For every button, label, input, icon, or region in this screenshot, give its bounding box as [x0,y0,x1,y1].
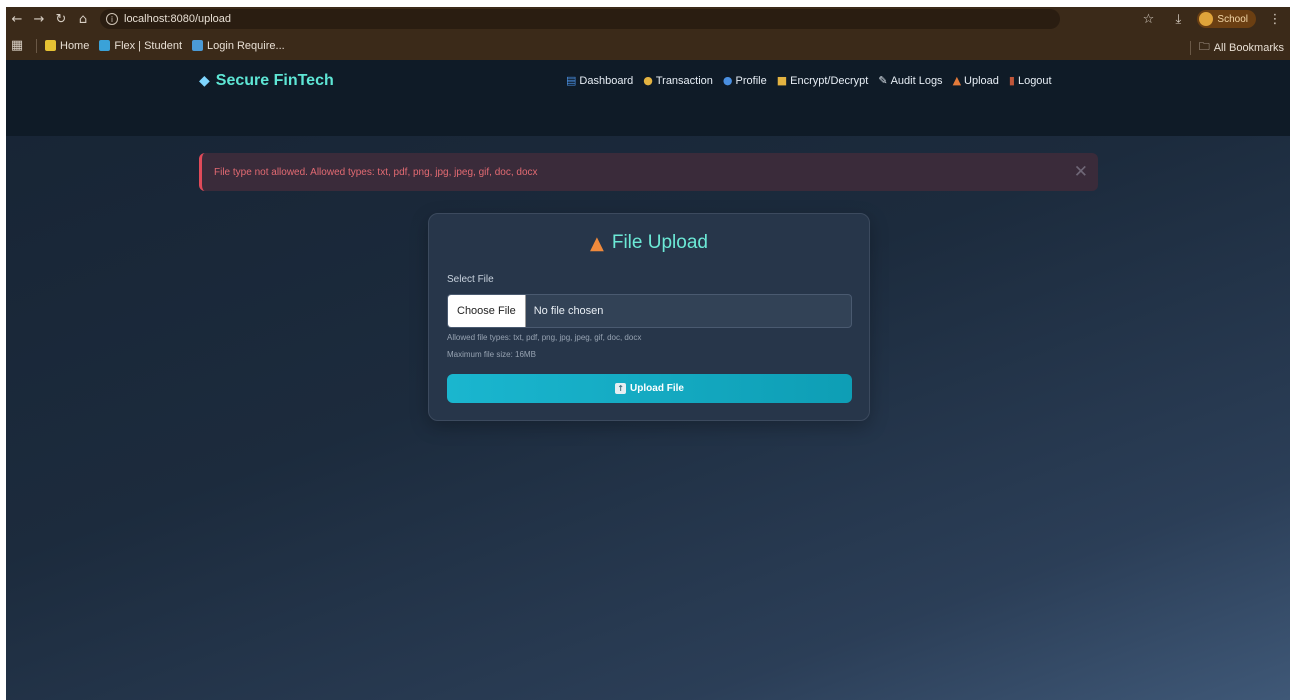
nav-links: ▤ Dashboard ● Transaction ● Profile ■ En… [566,74,1052,87]
outbox-icon: ▲ [952,74,962,87]
star-icon[interactable]: ☆ [1137,9,1159,29]
lock-key-icon: ■ [776,74,788,87]
nav-logout[interactable]: ▮ Logout [1009,74,1052,87]
home-bookmark-icon [45,40,56,51]
select-file-label: Select File [447,274,494,285]
apps-grid-icon[interactable]: ▦ [6,36,28,56]
up-arrow-icon: ↑ [615,383,627,394]
nav-dashboard[interactable]: ▤ Dashboard [566,74,633,87]
nav-encrypt-decrypt[interactable]: ■ Encrypt/Decrypt [777,74,869,87]
login-bookmark-icon [192,40,204,51]
user-icon: ● [722,74,733,87]
url-text: localhost:8080/upload [124,13,232,25]
upload-card: ▲ File Upload Select File Choose File No… [428,213,870,421]
nav-profile[interactable]: ● Profile [723,74,767,87]
bookmarks-bar: ▦ Home Flex | Student Login Require... 🗀… [6,31,1290,60]
browser-toolbar: ← → ↻ ⌂ i localhost:8080/upload ☆ ⤓ Scho… [6,7,1290,31]
gem-icon: ◆ [199,73,210,89]
bookmark-login-require[interactable]: Login Require... [192,40,285,52]
address-bar[interactable]: i localhost:8080/upload [100,9,1060,29]
reload-icon[interactable]: ↻ [50,9,72,29]
upload-file-button[interactable]: ↑ Upload File [447,374,852,403]
app-page: ◆ Secure FinTech ▤ Dashboard ● Transacti… [6,60,1290,700]
max-size-hint: Maximum file size: 16MB [447,350,536,359]
forward-icon[interactable]: → [28,9,50,29]
app-navbar: ◆ Secure FinTech ▤ Dashboard ● Transacti… [6,60,1290,136]
flex-bookmark-icon [99,40,111,51]
allowed-types-hint: Allowed file types: txt, pdf, png, jpg, … [447,333,642,342]
page-title: ▲ File Upload [590,232,708,254]
avatar [1199,12,1214,26]
no-file-text: No file chosen [533,305,604,317]
nav-upload[interactable]: ▲ Upload [953,74,999,87]
alert-message: File type not allowed. Allowed types: tx… [214,166,538,178]
memo-icon: ✎ [878,74,888,87]
choose-file-button[interactable]: Choose File [448,295,526,327]
site-info-icon[interactable]: i [106,13,118,25]
close-icon[interactable]: ✕ [1074,162,1088,182]
money-bag-icon: ● [643,74,653,87]
divider [36,38,37,53]
all-bookmarks[interactable]: 🗀 All Bookmarks [1182,38,1284,57]
outbox-icon: ▲ [590,232,604,254]
profile-button[interactable]: School [1197,10,1256,28]
bar-chart-icon: ▤ [566,74,577,87]
bookmark-flex-student[interactable]: Flex | Student [99,40,182,52]
download-icon[interactable]: ⤓ [1167,9,1189,29]
home-icon[interactable]: ⌂ [72,9,94,29]
bookmark-home[interactable]: Home [45,40,89,52]
profile-name: School [1217,13,1248,25]
door-icon: ▮ [1008,74,1015,87]
error-alert: File type not allowed. Allowed types: tx… [199,153,1098,191]
file-input[interactable]: Choose File No file chosen [447,294,852,328]
back-icon[interactable]: ← [6,9,28,29]
brand-logo[interactable]: ◆ Secure FinTech [199,72,334,90]
toolbar-right: ☆ ⤓ School ⋮ [1137,7,1286,31]
menu-icon[interactable]: ⋮ [1264,9,1286,29]
folder-icon: 🗀 [1198,40,1210,53]
nav-audit-logs[interactable]: ✎ Audit Logs [878,74,942,87]
divider [1189,40,1191,55]
nav-transaction[interactable]: ● Transaction [643,74,713,87]
